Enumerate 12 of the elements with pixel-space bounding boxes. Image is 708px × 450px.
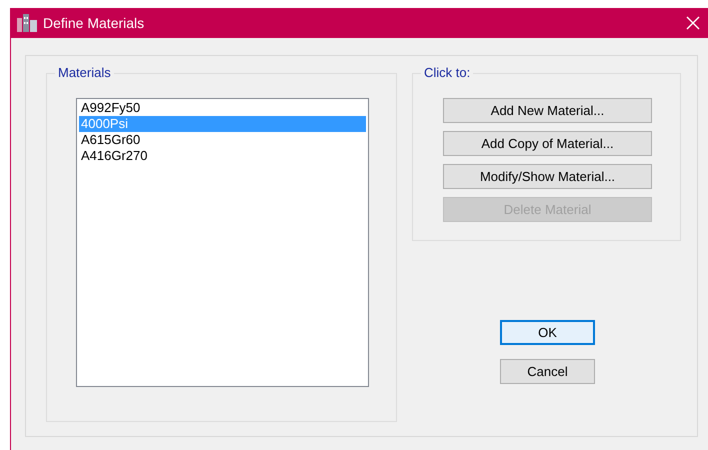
list-item[interactable]: A992Fy50 [79, 100, 366, 116]
list-item[interactable]: A615Gr60 [79, 132, 366, 148]
action-button[interactable]: Add New Material... [443, 98, 652, 123]
list-item[interactable]: A416Gr270 [79, 148, 366, 164]
window-title: Define Materials [43, 15, 146, 31]
materials-list[interactable]: A992Fy50 4000Psi A615Gr60 A416Gr270 [76, 98, 369, 387]
action-button[interactable]: Add Copy of Material... [443, 131, 652, 156]
action-button[interactable]: Modify/Show Material... [443, 164, 652, 189]
dialog-button[interactable]: Cancel [500, 359, 595, 384]
close-icon[interactable] [686, 16, 700, 30]
buildings-icon [17, 14, 37, 32]
dialog-button[interactable]: OK [500, 320, 595, 345]
